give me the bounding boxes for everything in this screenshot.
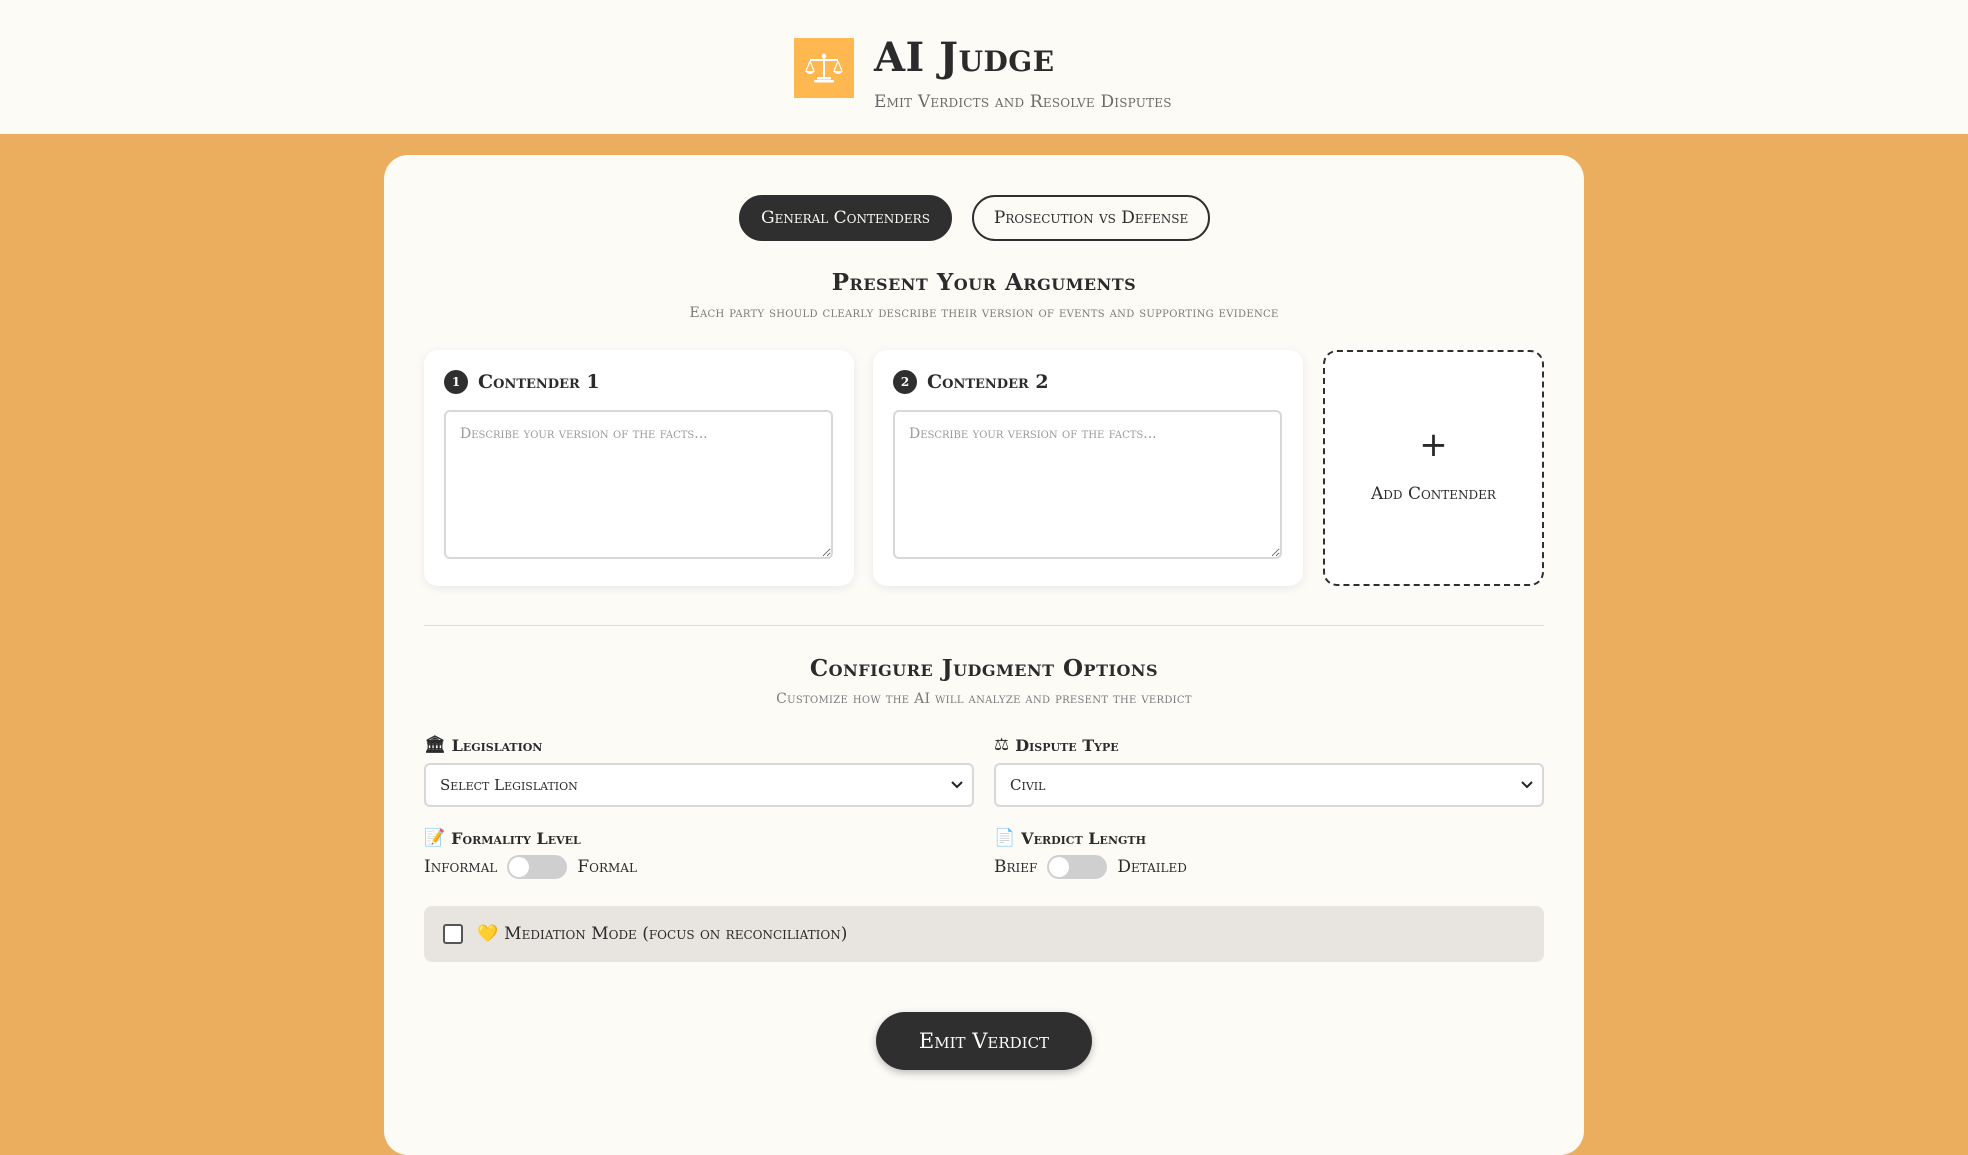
verdict-length-label-text: Verdict Length: [1021, 828, 1146, 848]
arguments-subtitle: Each party should clearly describe their…: [689, 305, 1279, 321]
logo: [794, 38, 854, 98]
verdict-length-right-label: Detailed: [1117, 857, 1187, 877]
contender-number-badge: 2: [893, 370, 917, 394]
mode-tabs: General Contenders Prosecution vs Defens…: [739, 195, 1211, 241]
options-title: Configure Judgment Options: [809, 655, 1159, 682]
mediation-mode-label: Mediation Mode (focus on reconciliation): [504, 924, 848, 944]
formality-left-label: Informal: [424, 857, 498, 877]
add-contender-button[interactable]: + Add Contender: [1323, 350, 1544, 586]
contender-2-facts-input[interactable]: [893, 410, 1282, 559]
top-header: AI Judge Emit Verdicts and Resolve Dispu…: [0, 0, 1968, 134]
scales-of-justice-icon: [805, 53, 843, 83]
legislation-label: 🏛 Legislation: [424, 735, 542, 755]
verdict-length-left-label: Brief: [994, 857, 1038, 877]
verdict-length-toggle[interactable]: [1047, 855, 1108, 879]
legislation-label-text: Legislation: [451, 735, 543, 755]
plus-icon: +: [1419, 425, 1448, 465]
formality-right-label: Formal: [577, 857, 637, 877]
mediation-mode-row: 💛 Mediation Mode (focus on reconciliatio…: [424, 906, 1544, 962]
memo-icon: 📝: [424, 828, 446, 848]
verdict-length-toggle-row: Brief Detailed: [994, 855, 1187, 879]
formality-label: 📝 Formality Level: [424, 828, 581, 848]
app-subtitle: Emit Verdicts and Resolve Disputes: [874, 92, 1172, 112]
contender-number-badge: 1: [444, 370, 468, 394]
tab-general-contenders[interactable]: General Contenders: [739, 195, 952, 241]
contender-name: Contender 2: [927, 371, 1049, 393]
options-subtitle: Customize how the AI will analyze and pr…: [776, 691, 1192, 707]
dispute-type-label-text: Dispute Type: [1015, 735, 1119, 755]
contender-name: Contender 1: [478, 371, 600, 393]
mediation-mode-checkbox[interactable]: [443, 924, 463, 944]
dispute-type-label: ⚖ Dispute Type: [994, 735, 1119, 755]
bank-icon: 🏛: [424, 735, 446, 755]
contender-card-2: 2 Contender 2: [873, 350, 1303, 586]
tab-prosecution-vs-defense[interactable]: Prosecution vs Defense: [971, 195, 1211, 241]
chevron-down-icon: [1521, 781, 1533, 789]
brand: AI Judge Emit Verdicts and Resolve Dispu…: [794, 38, 1172, 112]
formality-label-text: Formality Level: [451, 828, 581, 848]
contender-card-1: 1 Contender 1: [424, 350, 854, 586]
dispute-type-selected-value: Civil: [1010, 776, 1046, 794]
legislation-select[interactable]: Select Legislation: [424, 763, 974, 807]
page-icon: 📄: [994, 828, 1016, 848]
contender-1-facts-input[interactable]: [444, 410, 833, 559]
chevron-down-icon: [951, 781, 963, 789]
section-divider: [424, 625, 1544, 626]
verdict-length-label: 📄 Verdict Length: [994, 828, 1146, 848]
heart-icon: 💛: [477, 924, 499, 944]
legislation-selected-value: Select Legislation: [440, 776, 578, 794]
main-card: General Contenders Prosecution vs Defens…: [384, 155, 1584, 1155]
formality-toggle[interactable]: [507, 855, 568, 879]
scales-icon: ⚖: [994, 735, 1010, 755]
dispute-type-select[interactable]: Civil: [994, 763, 1544, 807]
add-contender-label: Add Contender: [1371, 484, 1496, 504]
formality-toggle-row: Informal Formal: [424, 855, 637, 879]
arguments-title: Present Your Arguments: [831, 269, 1137, 296]
app-title: AI Judge: [874, 34, 1055, 81]
emit-verdict-button[interactable]: Emit Verdict: [876, 1012, 1092, 1070]
